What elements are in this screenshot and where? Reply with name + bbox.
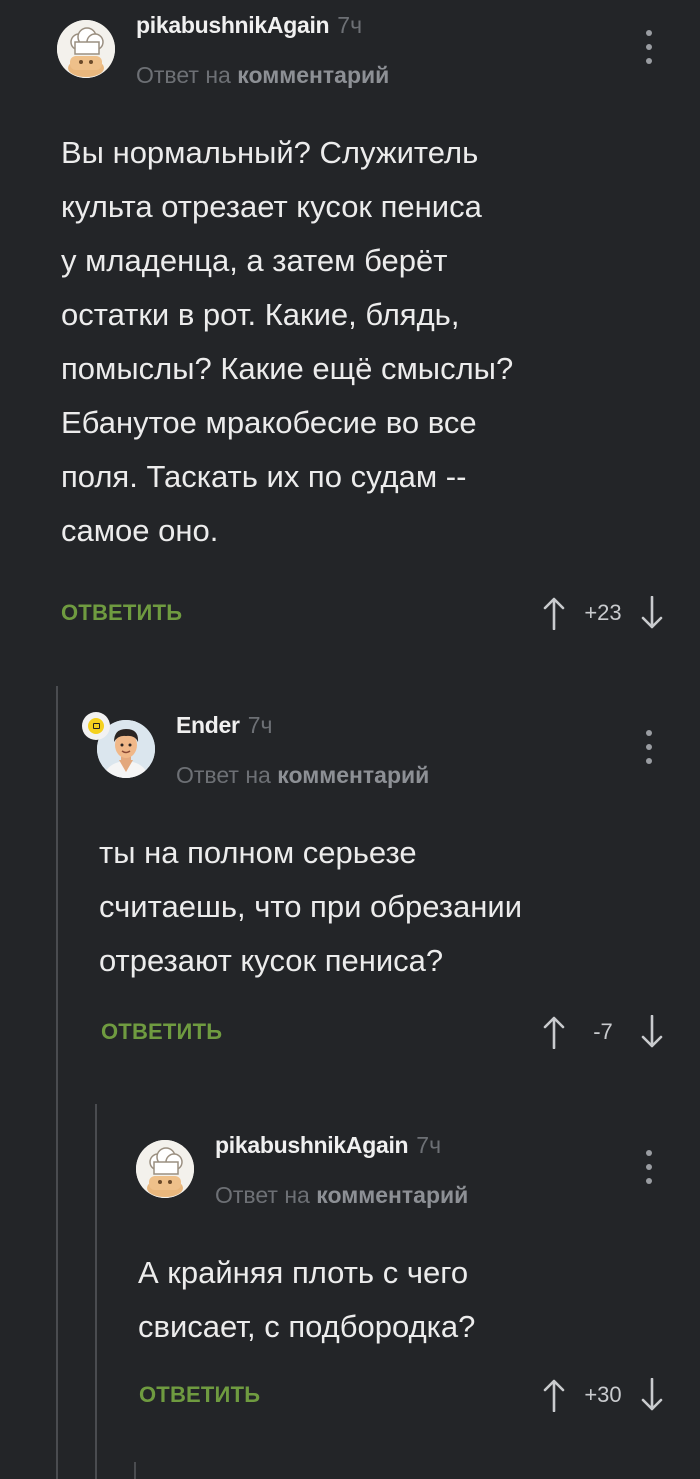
comment: Ender 7ч Ответ на комментарий ты на полно…	[0, 700, 700, 1070]
comment-actions: ОТВЕТИТЬ +23	[61, 593, 665, 633]
comment-text-line: считаешь, что при обрезании	[99, 889, 523, 924]
downvote-arrow-icon[interactable]	[639, 1375, 665, 1415]
comment-text: ты на полном серьезе считаешь, что при о…	[99, 826, 679, 988]
username[interactable]: pikabushnikAgain	[136, 12, 330, 38]
username[interactable]: Ender	[176, 712, 240, 738]
avatar[interactable]	[136, 1140, 194, 1198]
reply-button[interactable]: ОТВЕТИТЬ	[101, 1012, 222, 1052]
chef-hat-avatar-icon	[136, 1140, 194, 1198]
thread-line-level-3	[134, 1462, 136, 1479]
comment-text-line: остатки в рот. Какие, блядь,	[61, 297, 460, 332]
author-line: pikabushnikAgain 7ч	[136, 12, 362, 39]
comment-text-line: поля. Таскать их по судам --	[61, 459, 467, 494]
reply-to-line: Ответ на комментарий	[215, 1182, 468, 1209]
comment-text-line: А крайняя плоть с чего	[138, 1255, 469, 1290]
upvote-arrow-icon[interactable]	[541, 593, 567, 633]
reply-to-link[interactable]: комментарий	[316, 1182, 468, 1208]
comment-text-line: отрезают кусок пениса?	[99, 943, 444, 978]
more-options-icon[interactable]	[643, 730, 655, 764]
comment-text-line: культа отрезает кусок пениса	[61, 189, 482, 224]
more-options-icon[interactable]	[643, 1150, 655, 1184]
reply-to-prefix: Ответ на	[215, 1182, 310, 1208]
comment-text: А крайняя плоть с чего свисает, с подбор…	[138, 1246, 678, 1354]
comment-time: 7ч	[247, 712, 273, 738]
vote-score: -7	[593, 1019, 613, 1044]
comment-time: 7ч	[337, 12, 363, 38]
comment-actions: ОТВЕТИТЬ +30	[139, 1375, 665, 1415]
more-options-icon[interactable]	[643, 30, 655, 64]
vote-controls: +30	[541, 1375, 665, 1415]
comment-text-line: самое оно.	[61, 513, 219, 548]
comment-text-line: у младенца, а затем берёт	[61, 243, 448, 278]
badge-icon	[82, 712, 110, 740]
upvote-arrow-icon[interactable]	[541, 1375, 567, 1415]
upvote-arrow-icon[interactable]	[541, 1012, 567, 1052]
comment-actions: ОТВЕТИТЬ -7	[101, 1012, 665, 1052]
reply-button[interactable]: ОТВЕТИТЬ	[139, 1375, 260, 1415]
avatar[interactable]	[57, 20, 115, 78]
comment-text-line: свисает, с подбородка?	[138, 1309, 476, 1344]
reply-to-link[interactable]: комментарий	[277, 762, 429, 788]
reply-to-prefix: Ответ на	[176, 762, 271, 788]
downvote-arrow-icon[interactable]	[639, 593, 665, 633]
reply-to-link[interactable]: комментарий	[237, 62, 389, 88]
comment: pikabushnikAgain 7ч Ответ на комментарий …	[0, 0, 700, 650]
reply-button[interactable]: ОТВЕТИТЬ	[61, 593, 182, 633]
chef-hat-avatar-icon	[57, 20, 115, 78]
comment-text-line: Вы нормальный? Служитель	[61, 135, 479, 170]
username[interactable]: pikabushnikAgain	[215, 1132, 409, 1158]
comment-time: 7ч	[416, 1132, 442, 1158]
downvote-arrow-icon[interactable]	[639, 1012, 665, 1052]
vote-score: +30	[584, 1382, 622, 1407]
comment-header: Ender 7ч Ответ на комментарий	[0, 700, 700, 800]
author-line: Ender 7ч	[176, 712, 272, 739]
reply-to-line: Ответ на комментарий	[136, 62, 389, 89]
comment-header: pikabushnikAgain 7ч Ответ на комментарий	[0, 1120, 700, 1220]
comment: pikabushnikAgain 7ч Ответ на комментарий …	[0, 1120, 700, 1460]
comment-text-line: Ебанутое мракобесие во все	[61, 405, 477, 440]
reply-to-prefix: Ответ на	[136, 62, 231, 88]
reply-to-line: Ответ на комментарий	[176, 762, 429, 789]
vote-controls: -7	[541, 1012, 665, 1052]
comment-text: Вы нормальный? Служитель культа отрезает…	[61, 126, 681, 558]
author-line: pikabushnikAgain 7ч	[215, 1132, 441, 1159]
comment-text-line: ты на полном серьезе	[99, 835, 417, 870]
vote-score: +23	[584, 600, 622, 625]
comment-header: pikabushnikAgain 7ч Ответ на комментарий	[0, 0, 700, 100]
vote-controls: +23	[541, 593, 665, 633]
comment-text-line: помыслы? Какие ещё смыслы?	[61, 351, 514, 386]
